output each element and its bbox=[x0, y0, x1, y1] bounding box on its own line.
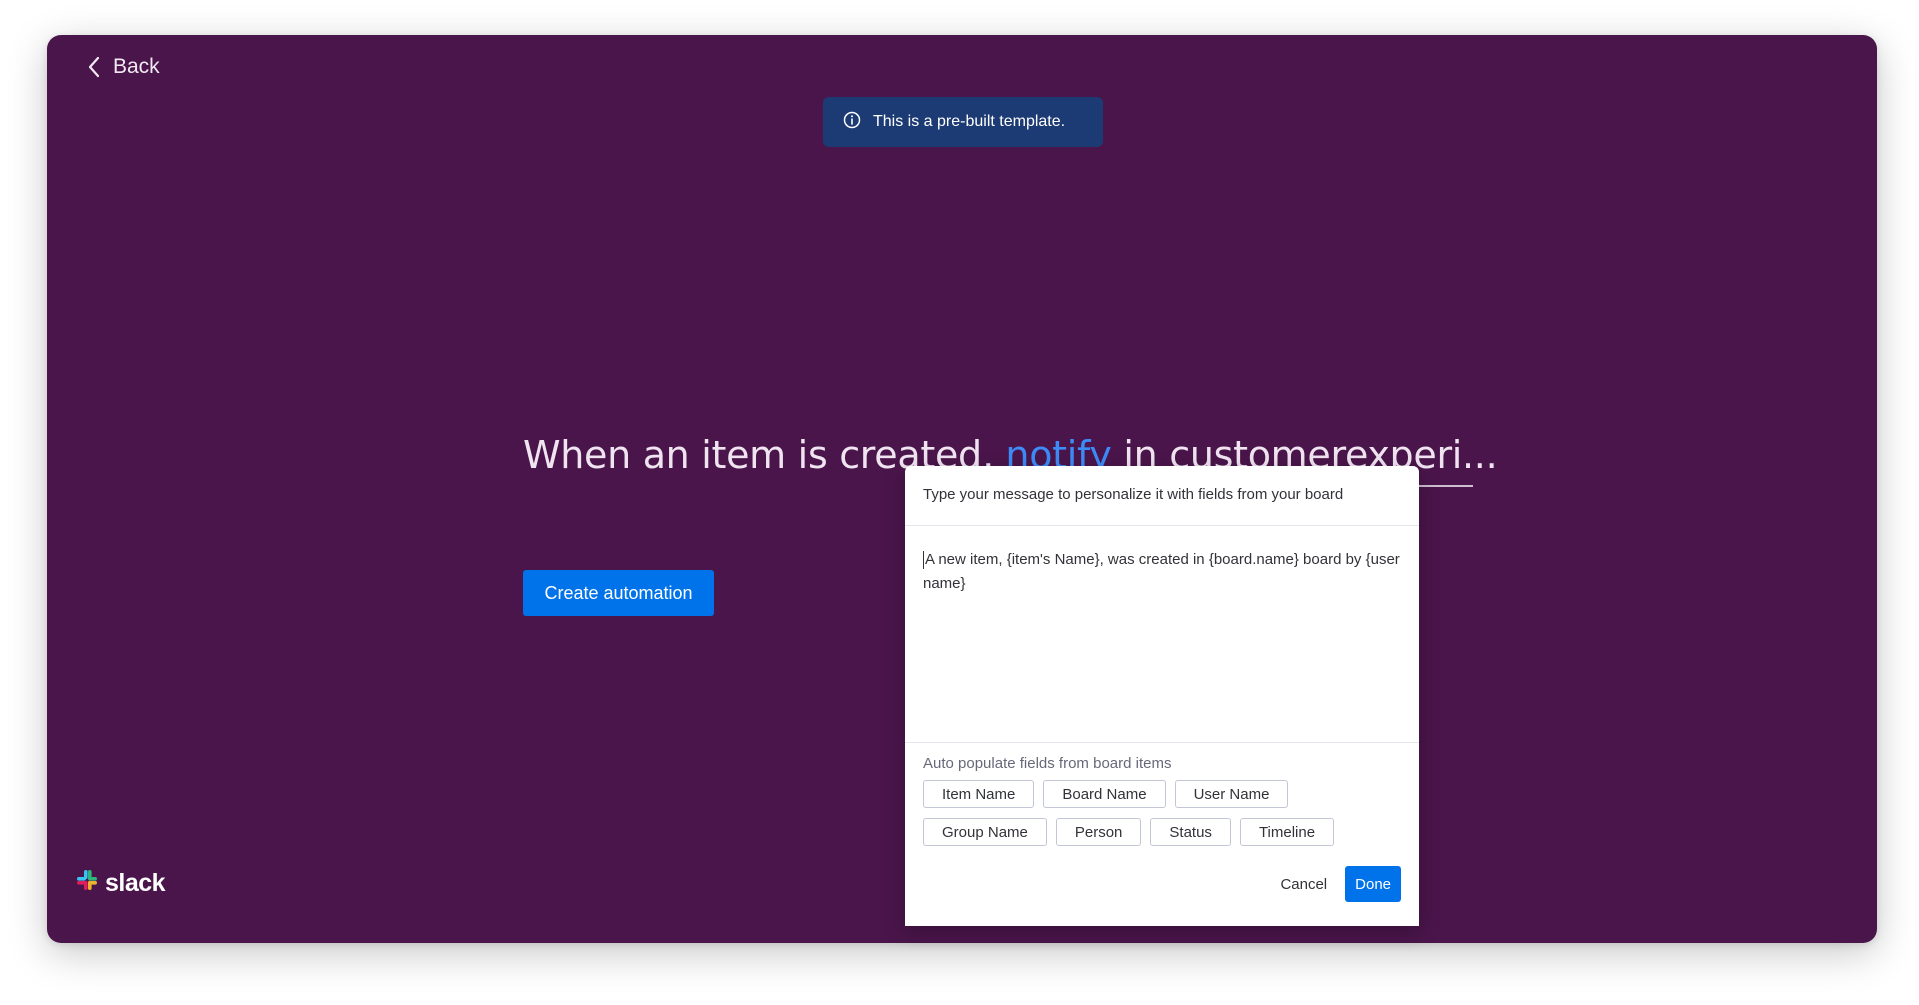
back-button[interactable]: Back bbox=[87, 55, 160, 79]
field-chip-status[interactable]: Status bbox=[1150, 818, 1231, 846]
text-caret bbox=[923, 551, 924, 570]
field-chip-user-name[interactable]: User Name bbox=[1174, 780, 1289, 808]
field-chip-group-name[interactable]: Group Name bbox=[923, 818, 1047, 846]
cancel-button[interactable]: Cancel bbox=[1272, 866, 1335, 902]
chevron-left-icon bbox=[87, 56, 101, 78]
brand-name: slack bbox=[105, 869, 166, 897]
back-label: Back bbox=[113, 55, 160, 78]
info-icon bbox=[843, 111, 861, 134]
field-chip-board-name[interactable]: Board Name bbox=[1043, 780, 1166, 808]
field-chip-timeline[interactable]: Timeline bbox=[1239, 818, 1335, 846]
create-automation-button[interactable]: Create automation bbox=[523, 570, 714, 616]
dialog-header: Type your message to personalize it with… bbox=[905, 466, 1419, 526]
slack-logo: slack bbox=[75, 868, 166, 899]
message-dialog: Type your message to personalize it with… bbox=[905, 466, 1419, 926]
message-input[interactable]: A new item, {item's Name}, was created i… bbox=[905, 526, 1419, 743]
banner-text: This is a pre-built template. bbox=[873, 113, 1066, 130]
field-chip-item-name[interactable]: Item Name bbox=[923, 780, 1035, 808]
fields-label: Auto populate fields from board items bbox=[923, 755, 1172, 772]
dialog-footer: Cancel Done bbox=[905, 846, 1419, 926]
done-button[interactable]: Done bbox=[1345, 866, 1401, 902]
slack-hash-icon bbox=[75, 868, 99, 899]
field-chips: Item Name Board Name User Name Group Nam… bbox=[923, 780, 1401, 846]
template-banner: This is a pre-built template. bbox=[823, 97, 1103, 147]
field-chip-person[interactable]: Person bbox=[1055, 818, 1142, 846]
message-text: A new item, {item's Name}, was created i… bbox=[923, 551, 1400, 592]
auto-populate-section: Auto populate fields from board items It… bbox=[905, 743, 1419, 846]
